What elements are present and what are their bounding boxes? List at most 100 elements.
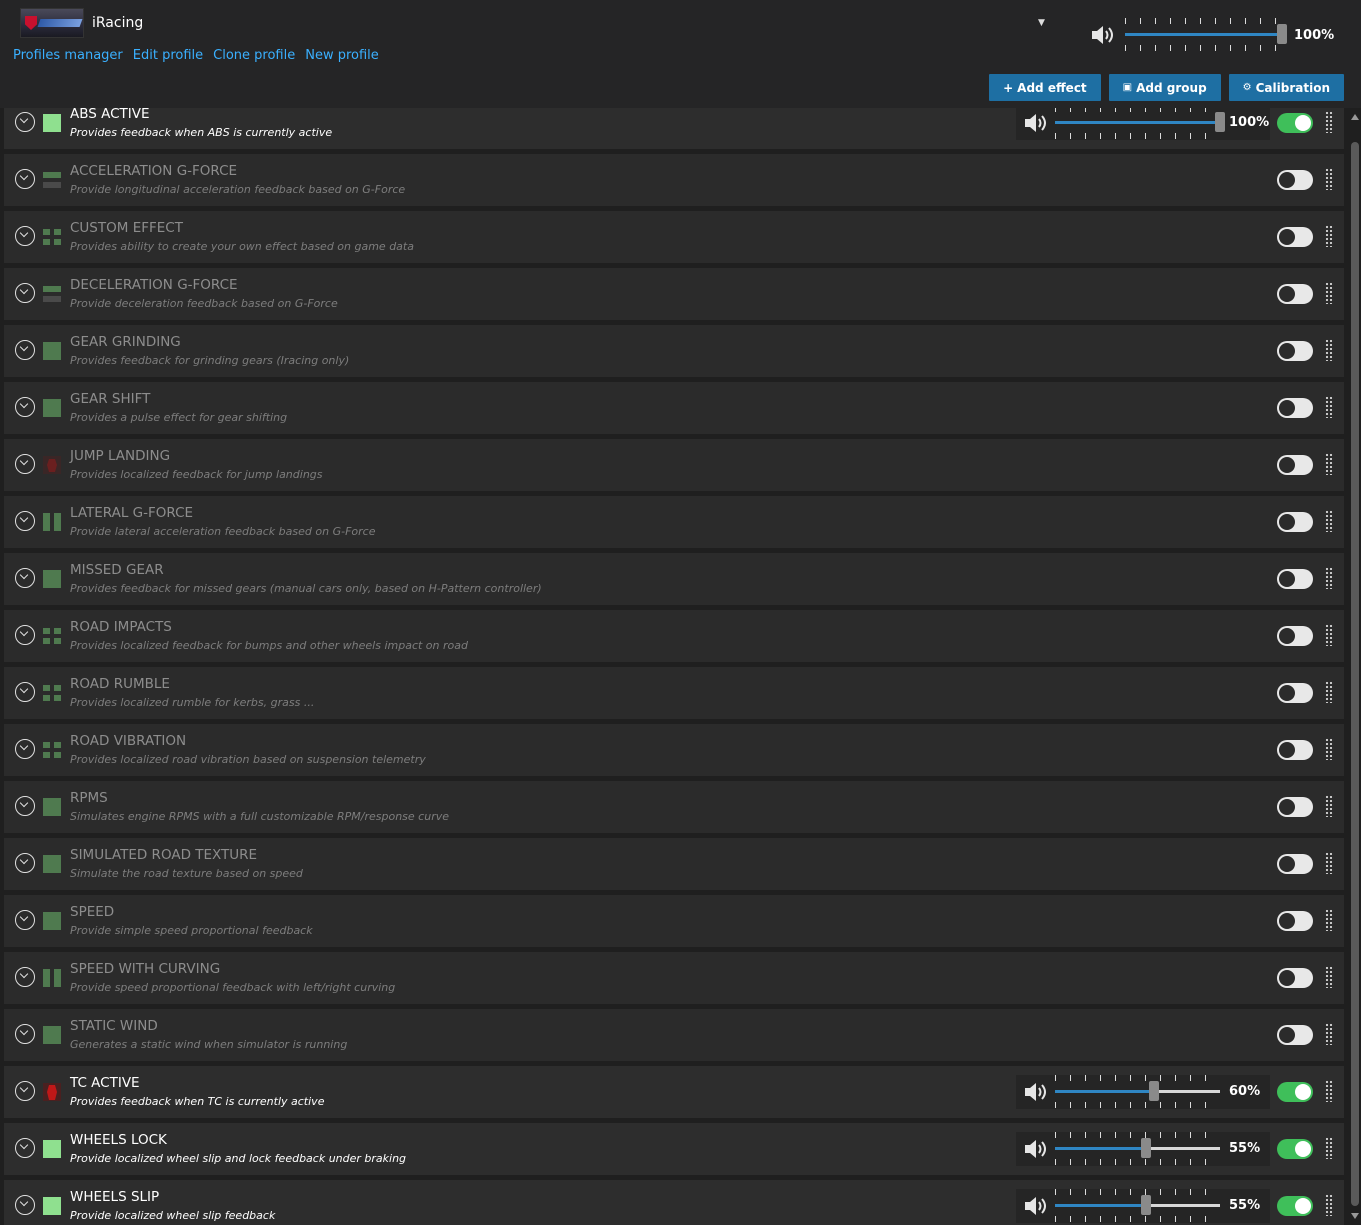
effect-toggle[interactable]: [1277, 854, 1313, 874]
effect-toggle[interactable]: [1277, 797, 1313, 817]
effect-toggle[interactable]: [1277, 227, 1313, 247]
effect-volume-slider[interactable]: [1055, 108, 1225, 140]
expand-chevron-icon[interactable]: [15, 283, 35, 303]
drag-handle-icon[interactable]: [1325, 1194, 1334, 1216]
expand-chevron-icon[interactable]: [15, 454, 35, 474]
drag-handle-icon[interactable]: [1325, 111, 1334, 133]
effect-row[interactable]: RPMS Simulates engine RPMS with a full cu…: [4, 781, 1344, 833]
effect-row[interactable]: SPEED Provide simple speed proportional f…: [4, 895, 1344, 947]
effect-toggle[interactable]: [1277, 911, 1313, 931]
expand-chevron-icon[interactable]: [15, 1081, 35, 1101]
speaker-icon[interactable]: [1023, 1138, 1047, 1160]
effect-toggle[interactable]: [1277, 683, 1313, 703]
effect-row[interactable]: JUMP LANDING Provides localized feedback …: [4, 439, 1344, 491]
expand-chevron-icon[interactable]: [15, 796, 35, 816]
effect-toggle[interactable]: [1277, 113, 1313, 133]
drag-handle-icon[interactable]: [1325, 852, 1334, 874]
scroll-down-icon[interactable]: [1351, 1213, 1359, 1219]
effect-toggle[interactable]: [1277, 170, 1313, 190]
effect-toggle[interactable]: [1277, 1082, 1313, 1102]
effect-volume-slider[interactable]: [1055, 1132, 1220, 1166]
add-effect-button[interactable]: + Add effect: [989, 74, 1101, 101]
new-profile-link[interactable]: New profile: [305, 48, 379, 63]
clone-profile-link[interactable]: Clone profile: [213, 48, 295, 63]
speaker-icon[interactable]: [1023, 1081, 1047, 1103]
effect-row[interactable]: TC ACTIVE Provides feedback when TC is cu…: [4, 1066, 1344, 1118]
effect-row[interactable]: ROAD VIBRATION Provides localized road vi…: [4, 724, 1344, 776]
expand-chevron-icon[interactable]: [15, 910, 35, 930]
expand-chevron-icon[interactable]: [15, 853, 35, 873]
scrollbar[interactable]: [1349, 108, 1361, 1225]
effect-toggle[interactable]: [1277, 740, 1313, 760]
drag-handle-icon[interactable]: [1325, 453, 1334, 475]
expand-chevron-icon[interactable]: [15, 625, 35, 645]
expand-chevron-icon[interactable]: [15, 397, 35, 417]
effect-toggle[interactable]: [1277, 512, 1313, 532]
drag-handle-icon[interactable]: [1325, 795, 1334, 817]
edit-profile-link[interactable]: Edit profile: [133, 48, 203, 63]
add-group-button[interactable]: ▣ Add group: [1108, 74, 1221, 101]
effect-row[interactable]: ABS ACTIVE Provides feedback when ABS is …: [4, 108, 1344, 149]
expand-chevron-icon[interactable]: [15, 682, 35, 702]
expand-chevron-icon[interactable]: [15, 1024, 35, 1044]
effect-row[interactable]: GEAR GRINDING Provides feedback for grind…: [4, 325, 1344, 377]
effect-row[interactable]: WHEELS LOCK Provide localized wheel slip …: [4, 1123, 1344, 1175]
effect-row[interactable]: ROAD RUMBLE Provides localized rumble for…: [4, 667, 1344, 719]
effect-toggle[interactable]: [1277, 1139, 1313, 1159]
scroll-up-icon[interactable]: [1351, 114, 1359, 120]
drag-handle-icon[interactable]: [1325, 681, 1334, 703]
effect-toggle[interactable]: [1277, 1196, 1313, 1216]
effect-row[interactable]: MISSED GEAR Provides feedback for missed …: [4, 553, 1344, 605]
drag-handle-icon[interactable]: [1325, 510, 1334, 532]
drag-handle-icon[interactable]: [1325, 1023, 1334, 1045]
effect-row[interactable]: SPEED WITH CURVING Provide speed proporti…: [4, 952, 1344, 1004]
expand-chevron-icon[interactable]: [15, 1195, 35, 1215]
effect-row[interactable]: SIMULATED ROAD TEXTURE Simulate the road …: [4, 838, 1344, 890]
effect-row[interactable]: ACCELERATION G-FORCE Provide longitudinal…: [4, 154, 1344, 206]
effect-row[interactable]: STATIC WIND Generates a static wind when …: [4, 1009, 1344, 1061]
effect-row[interactable]: GEAR SHIFT Provides a pulse effect for ge…: [4, 382, 1344, 434]
effect-row[interactable]: DECELERATION G-FORCE Provide deceleration…: [4, 268, 1344, 320]
effect-volume-slider[interactable]: [1055, 1189, 1220, 1223]
effect-toggle[interactable]: [1277, 398, 1313, 418]
effect-toggle[interactable]: [1277, 1025, 1313, 1045]
drag-handle-icon[interactable]: [1325, 909, 1334, 931]
game-logo[interactable]: [20, 8, 84, 38]
expand-chevron-icon[interactable]: [15, 1138, 35, 1158]
expand-chevron-icon[interactable]: [15, 739, 35, 759]
profiles-manager-link[interactable]: Profiles manager: [13, 48, 123, 63]
drag-handle-icon[interactable]: [1325, 1080, 1334, 1102]
drag-handle-icon[interactable]: [1325, 738, 1334, 760]
drag-handle-icon[interactable]: [1325, 168, 1334, 190]
drag-handle-icon[interactable]: [1325, 339, 1334, 361]
speaker-icon[interactable]: [1023, 1195, 1047, 1217]
expand-chevron-icon[interactable]: [15, 568, 35, 588]
effect-row[interactable]: ROAD IMPACTS Provides localized feedback …: [4, 610, 1344, 662]
profile-dropdown-caret-icon[interactable]: ▼: [1038, 18, 1045, 28]
effect-toggle[interactable]: [1277, 968, 1313, 988]
expand-chevron-icon[interactable]: [15, 340, 35, 360]
effect-toggle[interactable]: [1277, 341, 1313, 361]
drag-handle-icon[interactable]: [1325, 966, 1334, 988]
expand-chevron-icon[interactable]: [15, 511, 35, 531]
drag-handle-icon[interactable]: [1325, 567, 1334, 589]
effect-row[interactable]: LATERAL G-FORCE Provide lateral accelerat…: [4, 496, 1344, 548]
scrollbar-thumb[interactable]: [1351, 142, 1359, 1206]
drag-handle-icon[interactable]: [1325, 225, 1334, 247]
drag-handle-icon[interactable]: [1325, 396, 1334, 418]
effect-toggle[interactable]: [1277, 626, 1313, 646]
expand-chevron-icon[interactable]: [15, 226, 35, 246]
drag-handle-icon[interactable]: [1325, 624, 1334, 646]
expand-chevron-icon[interactable]: [15, 112, 35, 132]
effect-row[interactable]: CUSTOM EFFECT Provides ability to create …: [4, 211, 1344, 263]
effect-volume-slider[interactable]: [1055, 1075, 1220, 1109]
effect-toggle[interactable]: [1277, 284, 1313, 304]
speaker-icon[interactable]: [1090, 24, 1114, 46]
expand-chevron-icon[interactable]: [15, 967, 35, 987]
master-volume-slider[interactable]: [1125, 18, 1287, 52]
calibration-button[interactable]: ⚙ Calibration: [1228, 74, 1344, 101]
speaker-icon[interactable]: [1023, 112, 1047, 134]
drag-handle-icon[interactable]: [1325, 1137, 1334, 1159]
drag-handle-icon[interactable]: [1325, 282, 1334, 304]
effect-row[interactable]: WHEELS SLIP Provide localized wheel slip …: [4, 1180, 1344, 1225]
